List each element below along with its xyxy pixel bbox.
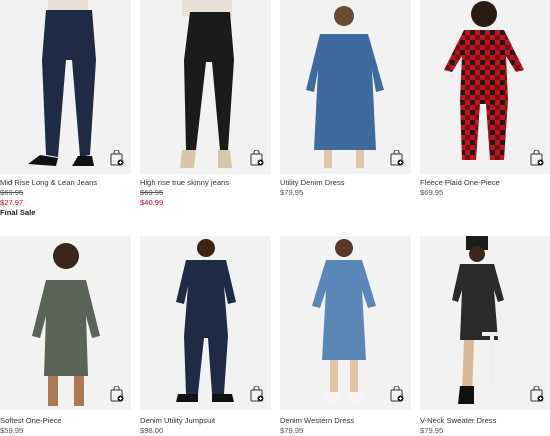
product-image[interactable] [0,0,131,174]
product-name[interactable]: Fleece Plaid One-Piece [420,178,550,188]
product-price: $69.95 [420,188,444,197]
quick-add-bag-icon[interactable] [390,386,404,402]
product-price: $79.95 [280,188,304,197]
product-image[interactable] [420,0,550,174]
product-price: $79.95 [280,426,304,435]
product-price: $59.95 [0,426,24,435]
quick-add-bag-icon[interactable] [530,386,544,402]
model-utility-denim-dress-image [306,6,384,168]
model-jeans-image [28,0,96,166]
model-sweater-dress-image [452,236,504,404]
quick-add-bag-icon[interactable] [390,150,404,166]
product-image[interactable] [0,236,131,410]
sale-price: $27.97 [0,198,24,207]
product-name[interactable]: Denim Utility Jumpsuit [140,416,275,426]
product-price: $98.00 [140,426,164,435]
product-name[interactable]: Mid Rise Long & Lean Jeans [0,178,135,188]
model-softest-onepiece-image [32,243,100,406]
model-denim-jumpsuit-image [176,239,236,402]
product-name[interactable]: Softest One-Piece [0,416,135,426]
product-name[interactable]: High rise true skinny jeans [140,178,275,188]
quick-add-bag-icon[interactable] [250,150,264,166]
quick-add-bag-icon[interactable] [530,150,544,166]
product-image[interactable] [280,0,411,174]
product-name[interactable]: Utility Denim Dress [280,178,415,188]
quick-add-bag-icon[interactable] [250,386,264,402]
product-name[interactable]: Denim Western Dress [280,416,415,426]
product-image[interactable] [140,0,271,174]
original-price: $69.95 [0,188,24,197]
model-plaid-onepiece-image [444,1,524,160]
product-grid: Mid Rise Long & Lean Jeans $69.95 $27.97… [0,0,550,436]
product-image[interactable] [140,236,271,410]
quick-add-bag-icon[interactable] [110,150,124,166]
model-western-dress-image [312,239,376,404]
product-price: $79.95 [420,426,444,435]
model-skinny-jeans-image [180,0,234,168]
sale-price: $40.99 [140,198,164,207]
product-name[interactable]: V-Neck Sweater Dress [420,416,550,426]
product-image[interactable] [280,236,411,410]
final-sale-badge: Final Sale [0,208,36,217]
product-image[interactable] [420,236,550,410]
quick-add-bag-icon[interactable] [110,386,124,402]
original-price: $69.95 [140,188,164,197]
